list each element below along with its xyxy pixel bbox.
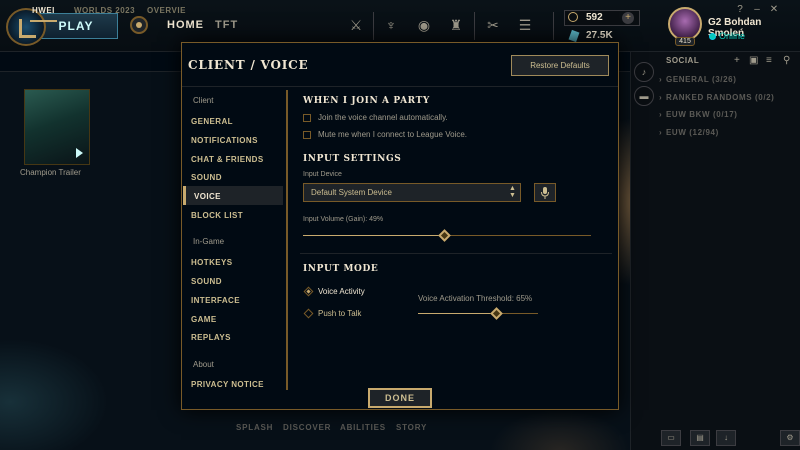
mute-on-connect-label[interactable]: Mute me when I connect to League Voice. <box>318 130 467 139</box>
nav-divider <box>553 12 554 40</box>
microphone-icon <box>541 186 549 199</box>
avatar[interactable] <box>668 7 702 41</box>
search-icon[interactable]: ⚲ <box>783 55 790 66</box>
add-folder-icon[interactable]: ▣ <box>749 55 758 66</box>
minimize-button[interactable]: – <box>751 4 763 15</box>
menu-section-ingame: In-Game <box>193 237 225 246</box>
input-device-label: Input Device <box>303 171 342 178</box>
nav-divider <box>474 12 475 40</box>
menu-section-client: Client <box>193 96 214 105</box>
menu-item-replays[interactable]: REPLAYS <box>191 333 231 342</box>
section-heading-input-mode: INPUT MODE <box>303 264 379 274</box>
subnav-overview[interactable]: OVERVIE <box>147 6 186 15</box>
chat-icon[interactable]: ▭ <box>661 430 681 446</box>
music-note-icon[interactable]: ♪ <box>634 62 654 82</box>
tab-tft[interactable]: TFT <box>215 19 238 31</box>
subnav-worlds[interactable]: WORLDS 2023 <box>74 6 135 15</box>
close-button[interactable]: ✕ <box>768 4 780 15</box>
blue-essence-amount: 27.5K <box>586 30 613 41</box>
level-badge: 415 <box>675 37 695 46</box>
menu-item-sound[interactable]: SOUND <box>191 173 222 182</box>
play-button[interactable]: PLAY <box>34 13 118 39</box>
buy-rp-button[interactable]: + <box>622 12 634 24</box>
download-icon[interactable]: ↓ <box>716 430 736 446</box>
threshold-label: Voice Activation Threshold: 65% <box>418 294 533 303</box>
social-group[interactable]: EUW (12/94) <box>659 128 719 137</box>
riot-points-amount: 592 <box>586 12 603 23</box>
input-volume-label: Input Volume (Gain): 49% <box>303 216 384 223</box>
modal-divider <box>182 86 618 87</box>
menu-item-privacy-notice[interactable]: PRIVACY NOTICE <box>191 380 264 389</box>
input-volume-fill <box>303 235 445 236</box>
tab-story[interactable]: STORY <box>396 423 427 432</box>
menu-item-interface[interactable]: INTERFACE <box>191 296 240 305</box>
chat-bubble-icon[interactable]: ▬ <box>634 86 654 106</box>
activation-threshold-fill <box>418 313 496 314</box>
section-heading-join-party: WHEN I JOIN A PARTY <box>303 96 430 106</box>
collection-icon[interactable]: ♜ <box>447 16 465 34</box>
voice-activity-label[interactable]: Voice Activity <box>318 287 365 296</box>
menu-section-about: About <box>193 360 214 369</box>
menu-item-block-list[interactable]: BLOCK LIST <box>191 211 243 220</box>
modal-title-section: VOICE <box>260 58 309 72</box>
section-heading-input-settings: INPUT SETTINGS <box>303 154 402 164</box>
store-icon[interactable]: ☰ <box>516 16 534 34</box>
tab-abilities[interactable]: ABILITIES <box>340 423 386 432</box>
add-friend-icon[interactable]: + <box>734 55 740 66</box>
tab-home[interactable]: HOME <box>167 19 204 31</box>
menu-item-ingame-sound[interactable]: SOUND <box>191 277 222 286</box>
menu-item-voice[interactable]: VOICE <box>194 192 221 201</box>
push-to-talk-label[interactable]: Push to Talk <box>318 309 361 318</box>
social-group[interactable]: EUW BKW (0/17) <box>659 110 738 119</box>
section-divider <box>300 253 612 254</box>
trophy-icon[interactable]: ♆ <box>382 16 400 34</box>
thumbnail-label: Champion Trailer <box>20 168 81 177</box>
modal-title-separator: / <box>250 58 256 72</box>
menu-item-chat-friends[interactable]: CHAT & FRIENDS <box>191 155 264 164</box>
profile-icon[interactable]: ◉ <box>415 16 433 34</box>
join-voice-checkbox[interactable] <box>303 114 311 122</box>
activation-threshold-slider[interactable] <box>418 313 538 314</box>
loot-icon[interactable]: ✂ <box>484 16 502 34</box>
play-video-icon <box>76 148 83 158</box>
settings-gear-icon[interactable]: ⚙ <box>780 430 800 446</box>
mute-on-connect-checkbox[interactable] <box>303 131 311 139</box>
list-view-icon[interactable]: ≡ <box>766 55 772 66</box>
notes-icon[interactable]: ▤ <box>690 430 710 446</box>
menu-item-notifications[interactable]: NOTIFICATIONS <box>191 136 258 145</box>
online-status-icon <box>709 33 716 40</box>
tab-discover[interactable]: DISCOVER <box>283 423 331 432</box>
status-text[interactable]: Online <box>719 31 745 41</box>
chevron-updown-icon: ▲ ▼ <box>509 185 516 199</box>
social-group[interactable]: RANKED RANDOMS (0/2) <box>659 93 774 102</box>
tab-splash[interactable]: SPLASH <box>236 423 273 432</box>
mission-coin-icon[interactable] <box>130 16 148 34</box>
nav-divider <box>373 12 374 40</box>
clash-icon[interactable]: ⚔ <box>347 16 365 34</box>
modal-title-prefix: CLIENT <box>188 58 246 72</box>
menu-item-game[interactable]: GAME <box>191 315 217 324</box>
help-button[interactable]: ? <box>734 4 746 15</box>
join-voice-label[interactable]: Join the voice channel automatically. <box>318 113 448 122</box>
menu-scrollbar[interactable] <box>286 90 288 390</box>
modal-title: CLIENT / VOICE <box>188 58 308 72</box>
social-group[interactable]: GENERAL (3/26) <box>659 75 737 84</box>
subnav-hwei[interactable]: HWEI <box>30 6 57 22</box>
social-title: SOCIAL <box>666 56 700 65</box>
menu-item-general[interactable]: GENERAL <box>191 117 233 126</box>
riot-points-icon <box>568 12 578 22</box>
done-button[interactable]: DONE <box>368 388 432 408</box>
menu-item-hotkeys[interactable]: HOTKEYS <box>191 258 232 267</box>
input-device-value: Default System Device <box>311 188 392 197</box>
mic-test-button[interactable] <box>534 183 556 202</box>
restore-defaults-button[interactable]: Restore Defaults <box>511 55 609 76</box>
